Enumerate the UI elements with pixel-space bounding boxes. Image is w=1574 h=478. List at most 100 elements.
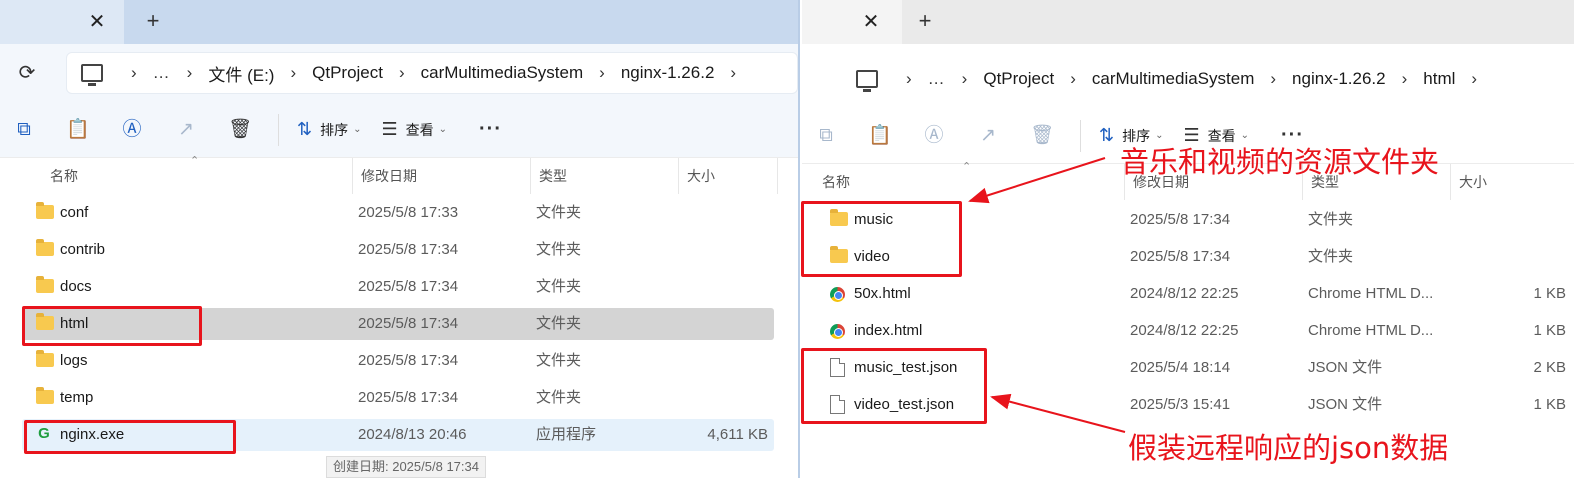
address-bar-area: ⟳ › … › 文件 (E:) › QtProject › carMultime… [0,44,798,102]
file-date: 2025/5/8 17:34 [1130,248,1231,265]
folder-icon [36,239,54,256]
breadcrumb-qtproject[interactable]: QtProject [312,63,383,83]
breadcrumb-qtproject[interactable]: QtProject [983,69,1054,89]
new-tab-icon[interactable]: + [912,9,938,35]
delete-icon[interactable]: 🗑 [228,118,252,142]
folder-icon [36,350,54,367]
paste-icon[interactable]: 📋 [66,118,90,142]
command-bar: ⧉ 📋 Ⓐ ↗ 🗑 ⇅ 排序 ⌄ ☰ 查看 ⌄ ··· [0,102,798,158]
view-button[interactable]: ☰ 查看 ⌄ [381,119,447,140]
close-tab-icon[interactable]: ✕ [858,9,884,35]
file-name: 50x.html [854,285,911,302]
more-options-button[interactable]: ··· [479,118,502,141]
chevron-right-icon[interactable]: › [290,63,296,83]
folder-icon [36,202,54,219]
share-icon[interactable]: ↗ [174,118,198,142]
file-type: JSON 文件 [1308,396,1383,413]
file-name: conf [60,204,89,221]
chevron-right-icon[interactable]: › [962,69,968,89]
file-type: 文件夹 [536,352,582,369]
file-date: 2024/8/13 20:46 [358,426,467,443]
chevron-right-icon[interactable]: › [1270,69,1276,89]
view-label: 查看 [405,121,434,138]
chevron-right-icon[interactable]: › [1471,69,1477,89]
chevron-right-icon[interactable]: › [131,63,137,83]
computer-icon[interactable] [856,70,878,92]
file-name: contrib [60,241,106,258]
rename-icon[interactable]: Ⓐ [922,124,946,148]
annotation-mock-json: 假装远程响应的json数据 [1128,431,1449,465]
chevron-right-icon[interactable]: › [906,69,912,89]
file-row-index-html[interactable]: index.html 2024/8/12 22:25 Chrome HTML D..… [824,315,1572,347]
toolbar-divider [278,113,279,146]
file-row-logs[interactable]: logs 2025/5/8 17:34 文件夹 [22,345,774,377]
file-name: docs [60,278,92,295]
breadcrumb-overflow[interactable]: … [153,63,171,83]
file-row-conf[interactable]: conf 2025/5/8 17:33 文件夹 [22,197,774,229]
chevron-right-icon[interactable]: › [730,63,736,83]
share-icon[interactable]: ↗ [976,124,1000,148]
chevron-right-icon[interactable]: › [1070,69,1076,89]
file-type: 应用程序 [536,426,597,443]
tooltip: 创建日期: 2025/5/8 17:34 [326,456,486,478]
breadcrumb-carmultimediasystem[interactable]: carMultimediaSystem [1092,69,1255,89]
folder-icon [36,387,54,404]
file-date: 2025/5/4 18:14 [1130,359,1231,376]
breadcrumb-html[interactable]: html [1423,69,1455,89]
paste-icon[interactable]: 📋 [868,124,892,148]
tab-html[interactable]: ✕ [802,0,902,44]
breadcrumb-nginx[interactable]: nginx-1.26.2 [621,63,715,83]
file-date: 2025/5/8 17:34 [358,389,459,406]
file-type: 文件夹 [1308,211,1354,228]
chevron-right-icon[interactable]: › [599,63,605,83]
chrome-html-icon [830,287,845,302]
file-row-50x-html[interactable]: 50x.html 2024/8/12 22:25 Chrome HTML D... 1… [824,278,1572,310]
file-row-temp[interactable]: temp 2025/5/8 17:34 文件夹 [22,382,774,414]
column-type[interactable]: 类型 [530,158,678,194]
tab-nginx[interactable]: ✕ [0,0,124,44]
highlight-box-nginx-exe [24,420,236,454]
file-type: 文件夹 [536,389,582,406]
sort-icon: ⇅ [297,119,313,139]
breadcrumb-nginx[interactable]: nginx-1.26.2 [1292,69,1386,89]
file-type: 文件夹 [1308,248,1354,265]
file-name: index.html [854,322,923,339]
file-size: 2 KB [1533,359,1566,376]
chevron-down-icon: ⌄ [438,124,448,135]
copy-icon[interactable]: ⧉ [814,124,838,148]
breadcrumb-drive[interactable]: 文件 (E:) [208,61,274,86]
breadcrumb[interactable]: › … › 文件 (E:) › QtProject › carMultimedi… [66,52,798,94]
column-size[interactable]: 大小 [1450,164,1560,200]
breadcrumb[interactable]: › … › QtProject › carMultimediaSystem › … [842,58,1564,100]
chevron-right-icon[interactable]: › [187,63,193,83]
file-row-docs[interactable]: docs 2025/5/8 17:34 文件夹 [22,271,774,303]
file-type: JSON 文件 [1308,359,1383,376]
folder-icon [36,276,54,293]
sort-icon: ⇅ [1099,125,1115,145]
column-size[interactable]: 大小 [678,158,778,194]
breadcrumb-overflow[interactable]: … [928,69,946,89]
column-date[interactable]: 修改日期 [352,158,530,194]
breadcrumb-carmultimediasystem[interactable]: carMultimediaSystem [421,63,584,83]
file-size: 1 KB [1533,396,1566,413]
column-name[interactable]: 名称 [42,158,352,194]
file-date: 2024/8/12 22:25 [1130,285,1239,302]
file-type: Chrome HTML D... [1308,322,1434,339]
rename-icon[interactable]: Ⓐ [120,118,144,142]
sort-label: 排序 [320,121,349,138]
file-date: 2025/5/8 17:34 [358,315,459,332]
delete-icon[interactable]: 🗑 [1030,124,1054,148]
tab-bar: ✕ + [802,0,1574,44]
computer-icon[interactable] [81,64,103,86]
file-type: 文件夹 [536,315,582,332]
sort-button[interactable]: ⇅ 排序 ⌄ [297,119,361,140]
chevron-right-icon[interactable]: › [399,63,405,83]
new-tab-icon[interactable]: + [140,9,166,35]
refresh-icon[interactable]: ⟳ [14,60,40,86]
close-tab-icon[interactable]: ✕ [84,9,110,35]
column-name[interactable]: 名称 [814,164,1124,200]
copy-icon[interactable]: ⧉ [12,118,36,142]
chevron-right-icon[interactable]: › [1402,69,1408,89]
file-row-contrib[interactable]: contrib 2025/5/8 17:34 文件夹 [22,234,774,266]
file-date: 2024/8/12 22:25 [1130,322,1239,339]
